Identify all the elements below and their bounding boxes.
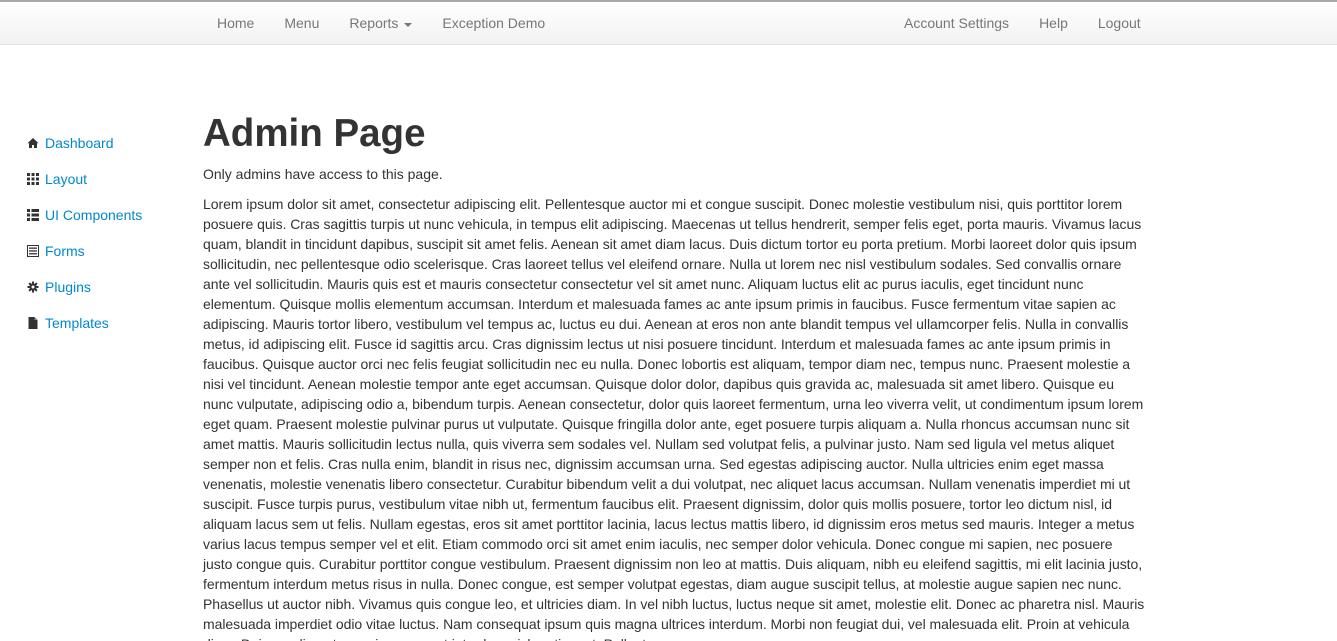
- sidebar-item-label: Templates: [45, 315, 109, 331]
- nav-menu-label: Menu: [284, 15, 320, 31]
- nav-help-link[interactable]: Help: [1024, 2, 1083, 45]
- nav-exception-demo-label: Exception Demo: [442, 15, 546, 31]
- body-paragraph: Lorem ipsum dolor sit amet, consectetur …: [203, 196, 1145, 641]
- page-subtitle: Only admins have access to this page.: [203, 166, 443, 182]
- nav-logout-label: Logout: [1097, 15, 1141, 31]
- nav-account-settings-label: Account Settings: [904, 15, 1010, 31]
- nav-left-group: Home Menu Reports Exception Demo: [202, 2, 560, 45]
- main-content: Admin Page Only admins have access to th…: [203, 107, 1145, 641]
- caret-down-icon: [404, 22, 413, 27]
- home-icon: [27, 138, 39, 148]
- sidebar-item-label: Plugins: [45, 279, 91, 295]
- sidebar-item-label: Layout: [45, 171, 88, 187]
- list-alt-icon: [27, 245, 39, 257]
- file-icon: [28, 317, 38, 329]
- sidebar-item-label: UI Components: [45, 207, 143, 223]
- nav-account-settings-link[interactable]: Account Settings: [889, 2, 1024, 45]
- nav-reports-label: Reports: [349, 15, 399, 31]
- sidebar-nav: Dashboard Layout UI Components Forms Plu…: [27, 125, 187, 341]
- nav-exception-demo-link[interactable]: Exception Demo: [427, 2, 560, 45]
- th-list-icon: [27, 209, 39, 221]
- sidebar-item-ui-components[interactable]: UI Components: [27, 197, 187, 233]
- nav-home-link[interactable]: Home: [202, 2, 269, 45]
- sidebar-item-label: Dashboard: [45, 135, 114, 151]
- nav-logout-link[interactable]: Logout: [1083, 2, 1156, 45]
- nav-right-group: Account Settings Help Logout: [889, 2, 1156, 45]
- cog-icon: [27, 281, 39, 293]
- page-title: Admin Page: [203, 112, 426, 155]
- sidebar-item-layout[interactable]: Layout: [27, 161, 187, 197]
- sidebar-item-label: Forms: [45, 243, 85, 259]
- th-icon: [27, 173, 39, 185]
- sidebar-item-plugins[interactable]: Plugins: [27, 269, 187, 305]
- nav-reports-dropdown[interactable]: Reports: [334, 2, 427, 45]
- nav-menu-link[interactable]: Menu: [269, 2, 334, 45]
- sidebar-item-dashboard[interactable]: Dashboard: [27, 125, 187, 161]
- nav-help-label: Help: [1039, 15, 1068, 31]
- sidebar-item-forms[interactable]: Forms: [27, 233, 187, 269]
- sidebar-item-templates[interactable]: Templates: [27, 305, 187, 341]
- nav-home-label: Home: [217, 15, 255, 31]
- top-navbar: Home Menu Reports Exception Demo Account…: [0, 0, 1337, 45]
